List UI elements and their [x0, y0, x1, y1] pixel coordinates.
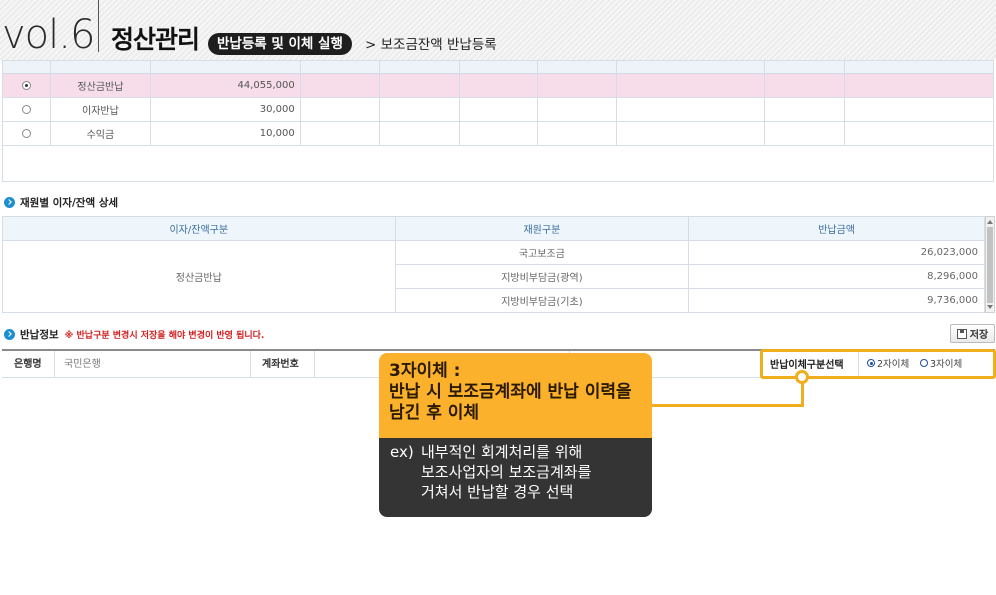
scroll-thumb[interactable] — [987, 227, 993, 303]
breadcrumb: > 보조금잔액 반납등록 — [365, 37, 497, 53]
bullet-icon — [4, 329, 15, 340]
refund-type: 정산금반납 — [49, 73, 151, 98]
radio-icon[interactable] — [867, 359, 875, 367]
save-icon — [956, 328, 967, 339]
option-3-party[interactable]: 3자이체 — [920, 354, 962, 372]
source-cell: 지방비부담금(기초) — [394, 288, 690, 313]
table-row[interactable]: 수익금 10,000 — [2, 121, 994, 146]
detail-section-title: 재원별 이자/잔액 상세 — [4, 195, 118, 210]
row-radio[interactable] — [21, 104, 31, 114]
detail-scrollbar[interactable] — [985, 216, 995, 313]
example-line: 내부적인 회계처리를 위해 — [421, 443, 583, 461]
callout-example: ex) 내부적인 회계처리를 위해 보조사업자의 보조금계좌를 거쳐서 반납할 … — [379, 438, 652, 517]
col-header: 이자/잔액구분 — [2, 216, 396, 241]
refund-type: 이자반납 — [49, 97, 151, 122]
change-note: ※ 반납구분 변경시 저장을 해야 변경이 반영 됩니다. — [64, 331, 265, 341]
table-empty-area — [2, 143, 994, 182]
example-line: 거쳐서 반납할 경우 선택 — [421, 483, 574, 501]
table-row[interactable]: 정산금반납 44,055,000 — [2, 73, 994, 98]
header-divider — [98, 0, 99, 52]
amount-cell: 9,736,000 — [688, 288, 985, 313]
refund-amount: 30,000 — [149, 97, 301, 122]
table-row: 정산금반납 국고보조금 26,023,000 — [2, 240, 985, 313]
cell-divider — [250, 351, 251, 378]
amount-cell: 8,296,000 — [688, 264, 985, 289]
table-row[interactable]: 이자반납 30,000 — [2, 97, 994, 122]
amount-cell: 26,023,000 — [688, 240, 985, 265]
option-2-party[interactable]: 2자이체 — [867, 354, 909, 372]
page-title: 정산관리 — [111, 25, 200, 54]
callout-header: 3자이체 : 반납 시 보조금계좌에 반납 이력을 남긴 후 이체 — [379, 353, 652, 438]
refund-type: 수익금 — [49, 121, 151, 146]
bank-value[interactable]: 국민은행 — [64, 349, 101, 375]
table-header-row — [2, 60, 994, 74]
account-label: 계좌번호 — [262, 358, 299, 370]
example-prefix: ex) — [390, 443, 414, 461]
source-cell: 국고보조금 — [394, 240, 690, 265]
group-label: 정산금반납 — [2, 240, 396, 313]
refund-section-title: 반납정보 ※ 반납구분 변경시 저장을 해야 변경이 반영 됩니다. — [4, 327, 264, 342]
scroll-up-icon[interactable] — [987, 220, 993, 224]
row-radio[interactable] — [21, 128, 31, 138]
detail-header-row: 이자/잔액구분 재원구분 반납금액 — [2, 216, 985, 241]
source-cell: 지방비부담금(광역) — [394, 264, 690, 289]
callout-connector — [652, 404, 803, 407]
bank-label: 은행명 — [14, 358, 42, 370]
col-header: 반납금액 — [688, 216, 985, 241]
refund-type-table: 정산금반납 44,055,000 이자반납 30,000 수익금 10,000 — [2, 60, 994, 146]
refund-amount: 44,055,000 — [149, 73, 301, 98]
callout-anchor-dot — [795, 370, 809, 384]
cell-divider — [314, 351, 315, 378]
scroll-down-icon[interactable] — [987, 305, 993, 309]
bullet-icon — [4, 197, 15, 208]
save-button[interactable]: 저장 — [950, 324, 995, 343]
radio-icon[interactable] — [920, 359, 928, 367]
callout-title: 3자이체 : — [389, 361, 461, 381]
example-line: 보조사업자의 보조금계좌를 — [421, 463, 592, 481]
callout-line: 반납 시 보조금계좌에 반납 이력을 — [389, 382, 632, 402]
callout-line: 남긴 후 이체 — [389, 403, 480, 423]
section-pill: 반납등록 및 이체 실행 — [208, 33, 352, 55]
col-header: 재원구분 — [394, 216, 690, 241]
cell-divider — [858, 352, 859, 376]
detail-table: 이자/잔액구분 재원구분 반납금액 정산금반납 국고보조금 26,023,000… — [2, 216, 985, 313]
page-header: vol.6 정산관리 반납등록 및 이체 실행 > 보조금잔액 반납등록 — [0, 0, 996, 60]
refund-amount: 10,000 — [149, 121, 301, 146]
cell-divider — [54, 351, 55, 378]
transfer-choice-label: 반납이체구분선택 — [770, 359, 844, 371]
volume-label: vol.6 — [2, 12, 95, 58]
row-radio[interactable] — [21, 80, 31, 90]
